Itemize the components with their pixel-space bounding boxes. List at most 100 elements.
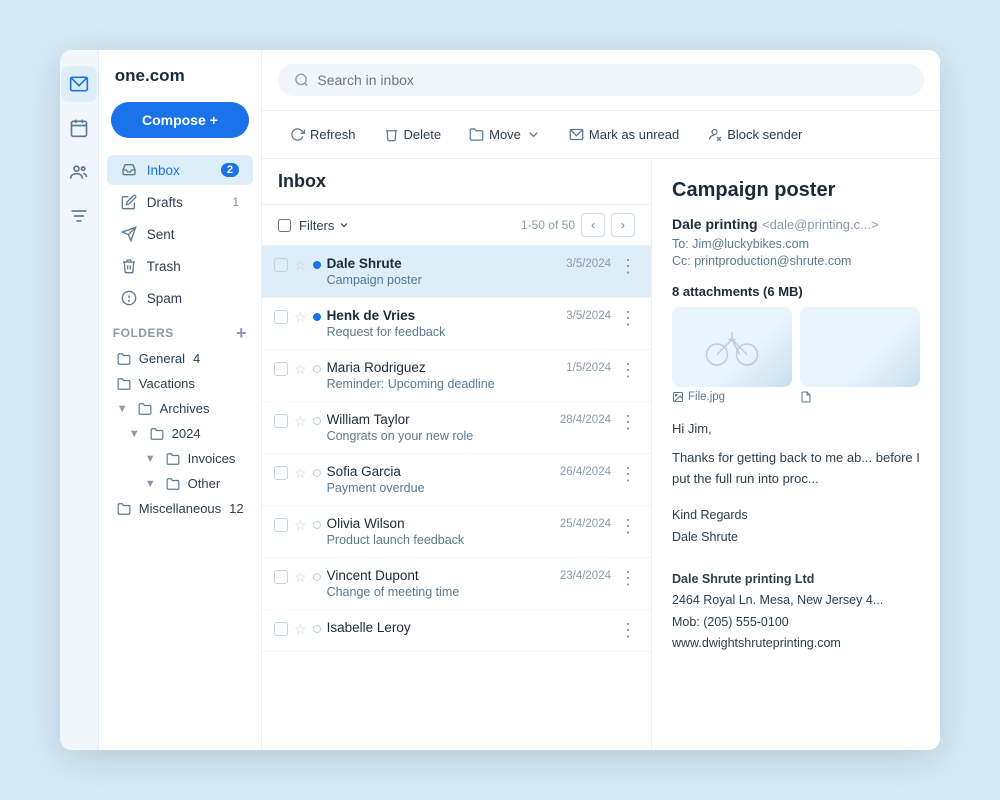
email-from: William Taylor <box>327 412 546 427</box>
filter-dropdown[interactable]: Filters <box>299 218 350 233</box>
filters-button[interactable] <box>278 219 291 232</box>
folder-archives[interactable]: ▼ Archives <box>99 396 261 421</box>
email-more-button[interactable]: ⋮ <box>617 464 639 485</box>
contacts-icon[interactable] <box>61 154 97 190</box>
attachments-container: File.jpg <box>672 307 920 403</box>
next-page-button[interactable]: › <box>611 213 635 237</box>
email-subject: Payment overdue <box>327 481 546 495</box>
calendar-icon[interactable] <box>61 110 97 146</box>
search-input[interactable] <box>317 72 908 88</box>
miscellaneous-label: Miscellaneous <box>139 501 221 516</box>
block-sender-button[interactable]: Block sender <box>695 121 814 148</box>
unread-indicator <box>313 261 321 269</box>
move-button[interactable]: Move <box>457 121 553 148</box>
folder-2024[interactable]: ▼ 2024 <box>99 421 261 446</box>
general-badge: 4 <box>193 351 200 366</box>
email-checkbox[interactable] <box>274 362 288 376</box>
email-checkbox[interactable] <box>274 466 288 480</box>
folder-invoices[interactable]: ▼ Invoices <box>99 446 261 471</box>
star-icon[interactable]: ☆ <box>294 361 307 378</box>
refresh-icon <box>290 127 305 142</box>
inbox-label: Inbox <box>147 163 180 178</box>
email-checkbox[interactable] <box>274 518 288 532</box>
email-checkbox[interactable] <box>274 310 288 324</box>
mail-icon[interactable] <box>61 66 97 102</box>
attachment-item-2[interactable] <box>800 307 920 403</box>
email-more-button[interactable]: ⋮ <box>617 360 639 381</box>
sent-label: Sent <box>147 227 175 242</box>
misc-badge: 12 <box>229 501 243 516</box>
refresh-button[interactable]: Refresh <box>278 121 368 148</box>
read-indicator <box>313 469 321 477</box>
sidebar-item-spam[interactable]: Spam <box>107 283 253 313</box>
delete-button[interactable]: Delete <box>372 121 454 148</box>
email-more-button[interactable]: ⋮ <box>617 308 639 329</box>
email-date: 3/5/2024 <box>566 258 611 270</box>
email-body: William Taylor Congrats on your new role <box>327 412 546 443</box>
read-indicator <box>313 573 321 581</box>
pagination: 1-50 of 50 ‹ › <box>521 213 635 237</box>
sidebar-item-inbox[interactable]: Inbox 2 <box>107 155 253 185</box>
email-from: Vincent Dupont <box>327 568 546 583</box>
star-icon[interactable]: ☆ <box>294 569 307 586</box>
attachment-item[interactable]: File.jpg <box>672 307 792 403</box>
star-icon[interactable]: ☆ <box>294 257 307 274</box>
unread-indicator <box>313 313 321 321</box>
email-more-button[interactable]: ⋮ <box>617 412 639 433</box>
email-from: Sofia Garcia <box>327 464 546 479</box>
sender-info: Dale printing <dale@printing.c...> <box>672 216 920 234</box>
compose-button[interactable]: Compose + <box>111 102 249 138</box>
folder-vacations[interactable]: Vacations <box>99 371 261 396</box>
star-icon[interactable]: ☆ <box>294 465 307 482</box>
folder-miscellaneous[interactable]: Miscellaneous 12 <box>99 496 261 521</box>
email-row[interactable]: ☆ Isabelle Leroy ⋮ <box>262 610 651 652</box>
email-more-button[interactable]: ⋮ <box>617 620 639 641</box>
settings-icon[interactable] <box>61 198 97 234</box>
email-checkbox[interactable] <box>274 258 288 272</box>
select-all-checkbox[interactable] <box>278 219 291 232</box>
email-checkbox[interactable] <box>274 414 288 428</box>
main-content: Refresh Delete Move Mark as unread Block… <box>262 50 940 750</box>
email-more-button[interactable]: ⋮ <box>617 568 639 589</box>
star-icon[interactable]: ☆ <box>294 413 307 430</box>
star-icon[interactable]: ☆ <box>294 309 307 326</box>
bike-image <box>702 317 762 377</box>
prev-page-button[interactable]: ‹ <box>581 213 605 237</box>
folder-other[interactable]: ▼ Other <box>99 471 261 496</box>
general-label: General <box>139 351 185 366</box>
email-checkbox[interactable] <box>274 622 288 636</box>
star-icon[interactable]: ☆ <box>294 517 307 534</box>
2024-label: 2024 <box>172 426 201 441</box>
folders-header: Folders + <box>99 314 261 346</box>
detail-body: Hi Jim, Thanks for getting back to me ab… <box>672 419 920 489</box>
email-row[interactable]: ☆ William Taylor Congrats on your new ro… <box>262 402 651 454</box>
email-row[interactable]: ☆ Sofia Garcia Payment overdue 26/4/2024… <box>262 454 651 506</box>
email-row[interactable]: ☆ Henk de Vries Request for feedback 3/5… <box>262 298 651 350</box>
mark-unread-button[interactable]: Mark as unread <box>557 121 691 148</box>
list-title: Inbox <box>278 171 326 192</box>
email-row[interactable]: ☆ Maria Rodriguez Reminder: Upcoming dea… <box>262 350 651 402</box>
sidebar-item-trash[interactable]: Trash <box>107 251 253 281</box>
star-icon[interactable]: ☆ <box>294 621 307 638</box>
email-checkbox[interactable] <box>274 570 288 584</box>
detail-cc: Cc: printproduction@shrute.com <box>672 254 920 268</box>
email-more-button[interactable]: ⋮ <box>617 256 639 277</box>
drafts-label: Drafts <box>147 195 183 210</box>
email-body: Olivia Wilson Product launch feedback <box>327 516 546 547</box>
attachments-header: 8 attachments (6 MB) <box>672 284 920 299</box>
sidebar-item-sent[interactable]: Sent <box>107 219 253 249</box>
email-subject: Product launch feedback <box>327 533 546 547</box>
email-list: Inbox Filters 1-50 of 50 ‹ › <box>262 159 652 750</box>
email-row[interactable]: ☆ Dale Shrute Campaign poster 3/5/2024 ⋮ <box>262 246 651 298</box>
sidebar-item-drafts[interactable]: Drafts 1 <box>107 187 253 217</box>
image-icon <box>672 391 684 403</box>
search-box[interactable] <box>278 64 924 96</box>
email-row[interactable]: ☆ Vincent Dupont Change of meeting time … <box>262 558 651 610</box>
drafts-badge: 1 <box>232 195 239 209</box>
email-row[interactable]: ☆ Olivia Wilson Product launch feedback … <box>262 506 651 558</box>
add-folder-icon[interactable]: + <box>236 324 247 342</box>
email-more-button[interactable]: ⋮ <box>617 516 639 537</box>
trash-label: Trash <box>147 259 181 274</box>
email-from: Isabelle Leroy <box>327 620 611 635</box>
folder-general[interactable]: General 4 <box>99 346 261 371</box>
